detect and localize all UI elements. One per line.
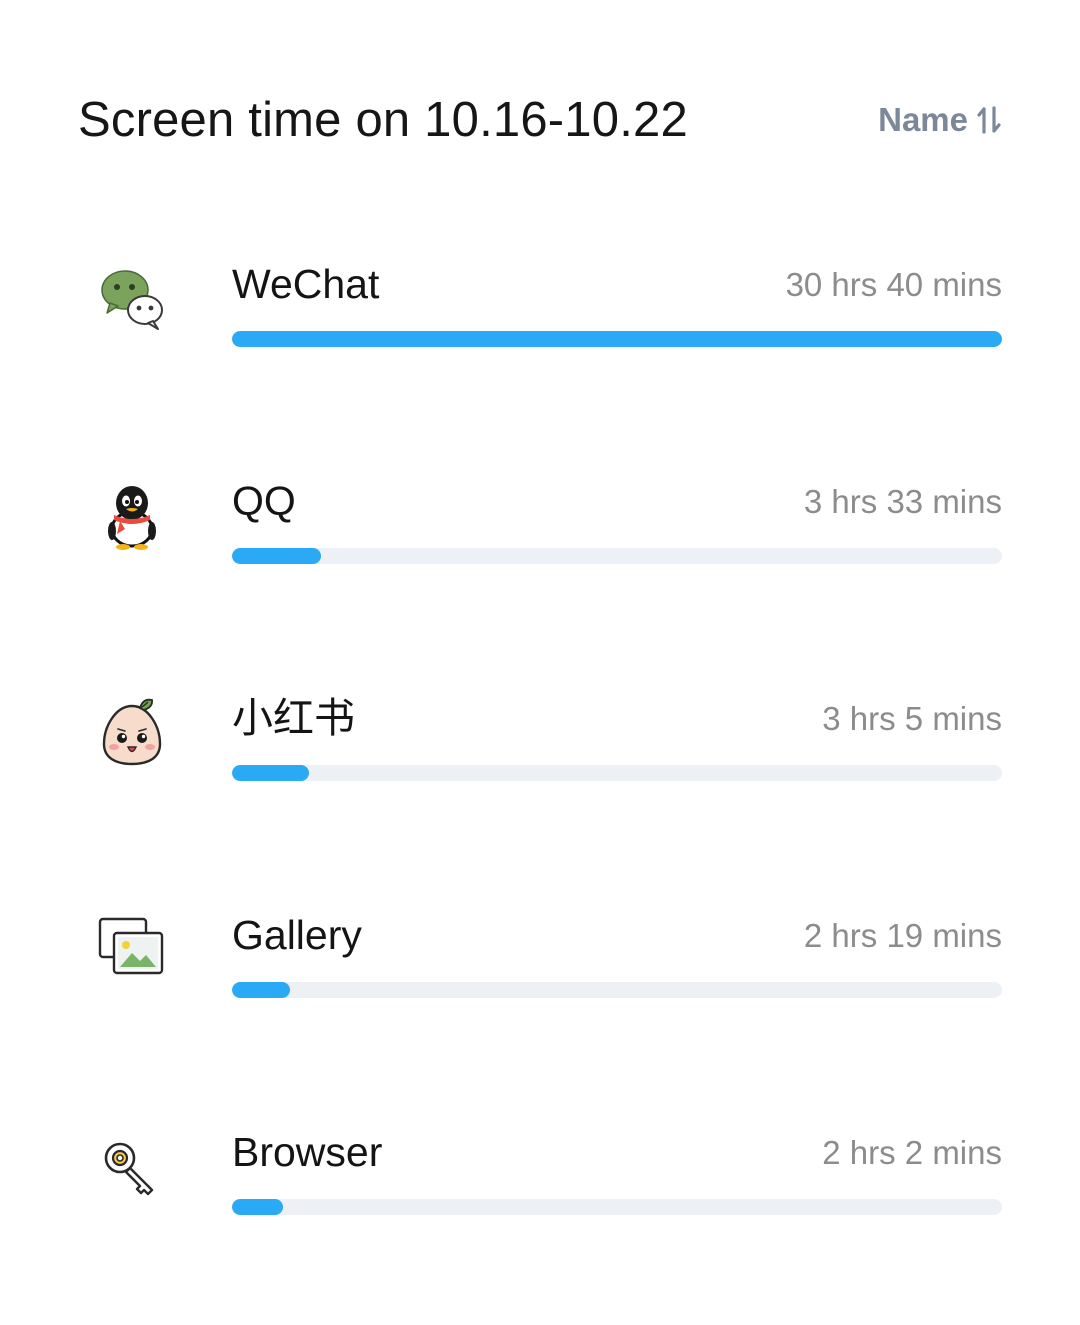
app-row[interactable]: Gallery 2 hrs 19 mins (0, 891, 1080, 1108)
usage-bar-fill (232, 982, 291, 998)
app-row[interactable]: 小红书 3 hrs 5 mins (0, 674, 1080, 891)
page-title: Screen time on 10.16-10.22 (78, 93, 688, 147)
usage-bar-fill (232, 1199, 284, 1215)
app-usage-time: 2 hrs 2 mins (822, 1134, 1002, 1171)
app-usage-time: 30 hrs 40 mins (785, 266, 1002, 303)
sort-label: Name (878, 101, 968, 138)
usage-bar-track (232, 1199, 1002, 1215)
xiaohongshu-icon (96, 696, 168, 768)
app-row[interactable]: QQ 3 hrs 33 mins (0, 457, 1080, 674)
app-usage-list: WeChat 30 hrs 40 mins QQ 3 hrs 33 mins 小… (0, 240, 1080, 1325)
app-usage-time: 3 hrs 33 mins (803, 483, 1002, 520)
app-usage-time: 3 hrs 5 mins (822, 700, 1002, 737)
usage-bar-track (232, 982, 1002, 998)
app-row[interactable]: WeChat 30 hrs 40 mins (0, 240, 1080, 457)
app-name: QQ (232, 478, 296, 524)
sort-by-name-button[interactable]: Name (878, 101, 1002, 139)
app-name: 小红书 (232, 695, 355, 741)
wechat-icon (96, 262, 168, 334)
header: Screen time on 10.16-10.22 Name (78, 88, 1002, 152)
gallery-icon (96, 913, 168, 985)
usage-bar-track (232, 765, 1002, 781)
app-usage-time: 2 hrs 19 mins (803, 917, 1002, 954)
usage-bar-track (232, 331, 1002, 347)
app-name: Gallery (232, 912, 362, 958)
usage-bar-track (232, 548, 1002, 564)
browser-key-icon (96, 1130, 168, 1202)
app-name: Browser (232, 1129, 383, 1175)
usage-bar-fill (232, 548, 322, 564)
sort-arrows-icon (976, 105, 1002, 135)
app-row[interactable]: Browser 2 hrs 2 mins (0, 1108, 1080, 1325)
qq-penguin-icon (96, 479, 168, 551)
usage-bar-fill (232, 765, 310, 781)
usage-bar-fill (232, 331, 1002, 347)
app-name: WeChat (232, 261, 380, 307)
